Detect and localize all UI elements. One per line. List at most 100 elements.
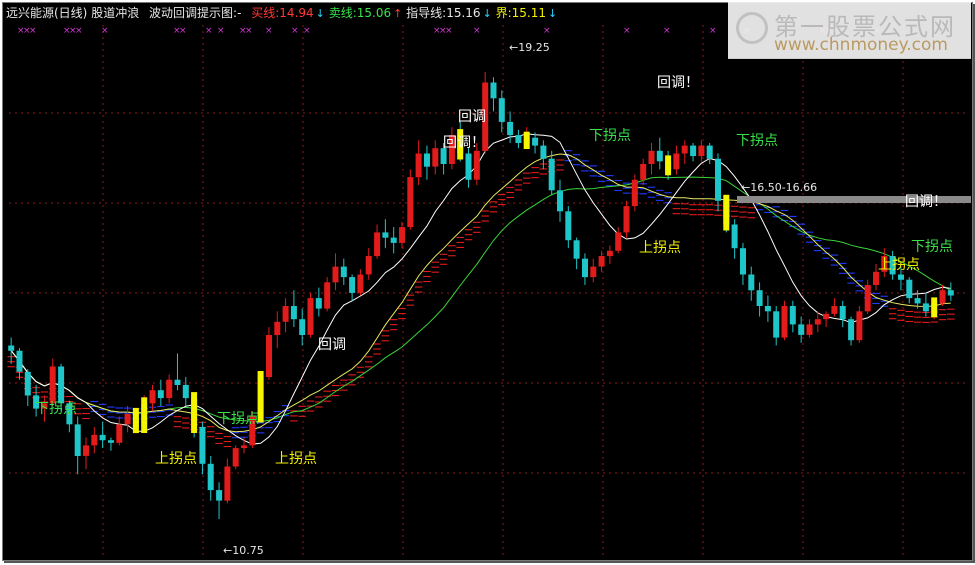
candle-body <box>49 366 56 404</box>
candle-body <box>507 121 514 136</box>
indicator-title-bar: 远兴能源(日线) 股道冲浪 波动回调提示图:- 买线:14.94 ↓ 卖线:15.… <box>6 5 557 21</box>
candle-body <box>274 321 281 335</box>
candle-body <box>515 135 522 143</box>
candle-body <box>557 190 563 212</box>
candle-body <box>465 153 472 180</box>
candle-body <box>182 384 189 399</box>
candle-body <box>116 424 123 443</box>
signal-annotation: 回调！ <box>657 75 699 91</box>
candle-body <box>199 427 206 464</box>
candle-body <box>914 298 921 304</box>
arrow-down-icon: ↓ <box>548 7 558 20</box>
signal-annotation: 下拐点 <box>35 401 77 417</box>
candle-body <box>232 448 239 467</box>
candlestick-chart[interactable]: ×××××××××××××××××××××××××××××下拐点上拐点下拐点上拐… <box>3 3 972 560</box>
candle-body <box>424 153 430 167</box>
buy-line-value: 14.94 <box>279 6 314 20</box>
buy-line-label: 买线: <box>251 6 280 20</box>
candle-body <box>266 335 272 378</box>
candle-body <box>548 158 555 191</box>
candle-body <box>357 274 364 293</box>
candle-body <box>631 179 638 207</box>
candle-body <box>74 424 81 456</box>
signal-bar <box>191 392 198 433</box>
candle-body <box>615 232 622 251</box>
signal-bar <box>132 407 139 434</box>
candle-body <box>573 240 580 259</box>
candle-body <box>773 311 780 338</box>
arrow-down-icon: ↓ <box>315 7 325 20</box>
signal-annotation: 下拐点 <box>217 411 259 427</box>
candle-body <box>873 271 879 285</box>
signal-annotation: 下拐点 <box>736 133 778 149</box>
sell-line-label: 卖线: <box>328 6 357 20</box>
candle-body <box>490 82 497 99</box>
signal-annotation: 回调 <box>458 109 486 125</box>
prompt-label: 波动回调提示图:- <box>149 6 242 20</box>
signal-annotation: 上拐点 <box>639 240 681 256</box>
top-marker: × <box>303 26 311 36</box>
candle-body <box>789 306 796 325</box>
candle-body <box>224 466 231 501</box>
candle-body <box>432 148 439 167</box>
signal-annotation: 回调！ <box>443 135 485 151</box>
candle-body <box>731 224 738 249</box>
signal-annotation: 回调 <box>318 337 346 353</box>
candle-body <box>781 306 788 338</box>
candle-body <box>532 137 539 146</box>
candle-body <box>157 390 164 399</box>
signal-annotation: 下拐点 <box>911 239 953 255</box>
candle-body <box>565 211 572 241</box>
top-marker: × <box>663 26 671 36</box>
range-label: ←16.50-16.66 <box>741 181 817 194</box>
candle-body <box>390 237 397 243</box>
top-marker: × <box>29 26 37 36</box>
candle-body <box>756 290 763 306</box>
top-marker: × <box>473 26 481 36</box>
candle-body <box>898 274 904 280</box>
candle-body <box>947 290 954 296</box>
candle-body <box>340 266 347 278</box>
signal-bar <box>931 297 938 318</box>
candle-body <box>324 282 331 309</box>
candle-body <box>332 266 339 283</box>
candle-body <box>706 145 713 159</box>
candle-body <box>24 371 31 396</box>
signal-bar <box>665 155 672 176</box>
candle-body <box>864 285 871 312</box>
candle-body <box>798 324 805 335</box>
candle-body <box>307 298 314 335</box>
candle-body <box>399 227 405 243</box>
candle-body <box>922 303 929 312</box>
candle-body <box>690 145 697 157</box>
candle-body <box>715 158 721 201</box>
candle-body <box>290 306 297 320</box>
guide-line-label: 指导线: <box>406 6 447 20</box>
top-marker: × <box>217 26 225 36</box>
top-marker: × <box>179 26 187 36</box>
candle-body <box>365 256 372 275</box>
indicator-name: 股道冲浪 <box>91 6 140 20</box>
candle-body <box>856 311 863 341</box>
candle-body <box>814 319 821 325</box>
candle-body <box>91 434 98 446</box>
top-marker: × <box>245 26 253 36</box>
candle-body <box>282 306 289 322</box>
candle-body <box>590 266 597 278</box>
watermark: 第一股票公式网 www.chnmoney.com <box>728 2 971 59</box>
candle-body <box>656 150 663 162</box>
candle-body <box>166 379 173 399</box>
top-marker: × <box>709 26 717 36</box>
candle-body <box>681 145 688 154</box>
top-marker: × <box>205 26 213 36</box>
chart-frame: ×××××××××××××××××××××××××××××下拐点上拐点下拐点上拐… <box>2 2 973 561</box>
candle-body <box>299 319 306 335</box>
top-marker: × <box>623 26 631 36</box>
top-marker: × <box>291 26 299 36</box>
top-marker: × <box>75 26 83 36</box>
guide-line-value: 15.16 <box>446 6 481 20</box>
signal-annotation: 上拐点 <box>275 451 317 467</box>
candle-body <box>606 250 613 257</box>
candle-body <box>99 434 106 441</box>
candle-body <box>374 232 381 257</box>
